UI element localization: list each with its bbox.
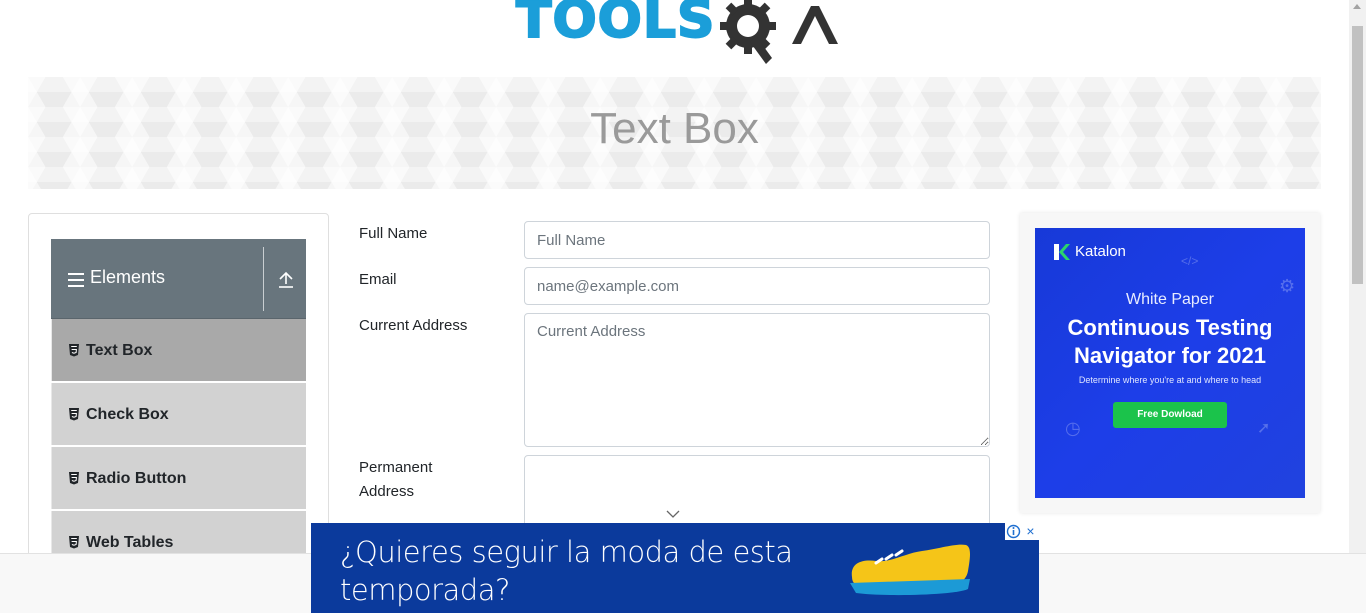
email-input[interactable] [524, 267, 990, 305]
hamburger-icon [68, 273, 84, 287]
katalon-ad[interactable]: Katalon </> ⚙ ◷ ➚ White Paper Continuous… [1035, 228, 1305, 498]
permanent-address-label-line1: Permanent [359, 459, 433, 476]
ad-brand: Katalon [1075, 243, 1126, 260]
sidebar-item-label: Web Tables [86, 534, 174, 551]
katalon-logo-icon [1054, 244, 1070, 260]
permanent-address-label: Permanent Address [359, 456, 432, 504]
ad-kicker: White Paper [1125, 291, 1215, 308]
code-icon: </> [1181, 254, 1199, 268]
logo-qa-gear-icon [720, 0, 838, 64]
current-address-label: Current Address [359, 317, 468, 334]
email-label: Email [359, 271, 397, 288]
logo-text: TOOLS [515, 0, 716, 50]
adchoices-icon[interactable] [1005, 523, 1022, 540]
html5-icon [69, 344, 79, 357]
page-banner: Text Box [28, 77, 1321, 189]
full-name-input[interactable] [524, 221, 990, 259]
html5-icon [69, 408, 79, 421]
page-title: Text Box [590, 104, 759, 153]
vertical-scrollbar[interactable] [1349, 0, 1366, 553]
sidebar-item-text-box[interactable]: Text Box [51, 319, 306, 381]
sidebar-item-label: Check Box [86, 406, 169, 423]
html5-icon [69, 536, 79, 549]
header-divider [263, 247, 264, 311]
elements-group-header[interactable]: Elements [51, 239, 306, 319]
ad-subtext: Determine where you're at and where to h… [1078, 375, 1262, 385]
scrollbar-thumb[interactable] [1352, 26, 1363, 284]
toolsqa-logo[interactable]: TOOLS [514, 0, 840, 68]
collapse-up-arrow-icon[interactable] [277, 271, 295, 289]
ad-headline-line2: Navigator for 2021 [1074, 343, 1266, 368]
sidebar-item-web-tables[interactable]: Web Tables [51, 511, 306, 553]
bottom-ad-text: ¿Quieres seguir la moda de esta temporad… [340, 535, 793, 607]
html5-icon [69, 472, 79, 485]
sidebar-item-check-box[interactable]: Check Box [51, 383, 306, 445]
ad-headline-line1: Continuous Testing [1067, 315, 1273, 340]
timer-icon: ◷ [1065, 418, 1081, 438]
sidebar-item-label: Radio Button [86, 470, 187, 487]
current-address-textarea[interactable] [524, 313, 990, 447]
scroll-up-arrow-icon[interactable] [1353, 4, 1361, 9]
chevron-down-icon [666, 510, 680, 518]
page-viewport: TOOLS Text Box Elements Text Box Check B… [0, 0, 1349, 553]
sidebar-item-label: Text Box [86, 342, 153, 359]
group-title: Elements [90, 267, 166, 287]
ad-headline: Continuous Testing Navigator for 2021 [1035, 314, 1305, 370]
permanent-address-label-line2: Address [359, 483, 415, 500]
shoe-icon [850, 544, 970, 596]
left-nav-panel: Elements Text Box Check Box Radio Button… [28, 213, 329, 553]
sidebar-item-radio-button[interactable]: Radio Button [51, 447, 306, 509]
rocket-icon: ➚ [1257, 420, 1271, 437]
bottom-banner-ad[interactable]: ¿Quieres seguir la moda de esta temporad… [311, 523, 1039, 613]
close-icon[interactable]: × [1022, 523, 1039, 540]
ad-cta-button[interactable]: Free Dowload [1113, 402, 1227, 428]
full-name-label: Full Name [359, 225, 428, 242]
